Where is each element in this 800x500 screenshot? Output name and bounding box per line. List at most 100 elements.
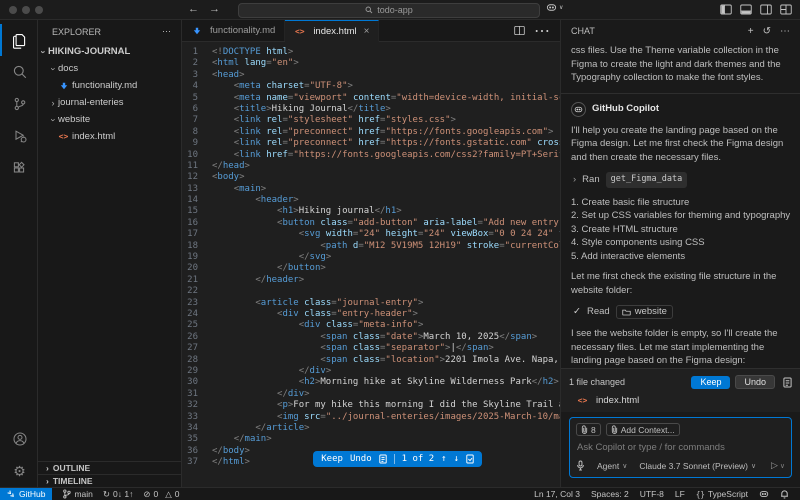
code-line[interactable]: 20 </button>: [182, 263, 560, 274]
search-view-icon[interactable]: [0, 56, 38, 88]
extensions-icon[interactable]: [0, 152, 38, 184]
copilot-menu-button[interactable]: ∨: [546, 3, 563, 12]
problems-indicator[interactable]: ⊘ 0 △ 0: [143, 489, 179, 500]
navigate-back-button[interactable]: ←: [188, 3, 199, 15]
toggle-primary-sidebar-icon[interactable]: [720, 4, 732, 15]
language-indicator[interactable]: {} TypeScript: [696, 489, 748, 499]
tool-read-row[interactable]: ✓ Read website: [573, 305, 790, 319]
chat-more-actions-icon[interactable]: ⋯: [780, 26, 790, 37]
customize-layout-icon[interactable]: [780, 4, 792, 15]
code-line[interactable]: 18 <path d="M12 5V19M5 12H19" stroke="cu…: [182, 241, 560, 252]
code-line[interactable]: 22: [182, 286, 560, 297]
code-line[interactable]: 29 </div>: [182, 366, 560, 377]
code-line[interactable]: 30 <h2>Morning hike at Skyline Wildernes…: [182, 377, 560, 388]
code-line[interactable]: 24 <div class="entry-header">: [182, 309, 560, 320]
code-line[interactable]: 31 </div>: [182, 389, 560, 400]
eol-indicator[interactable]: LF: [675, 489, 685, 499]
mode-picker[interactable]: Agent ∨: [597, 461, 627, 471]
settings-gear-icon[interactable]: ⚙: [0, 455, 38, 487]
code-line[interactable]: 34 </article>: [182, 423, 560, 434]
toggle-secondary-sidebar-icon[interactable]: [760, 4, 772, 15]
run-debug-icon[interactable]: [0, 120, 38, 152]
code-line[interactable]: 4 <meta charset="UTF-8">: [182, 81, 560, 92]
tree-item-docs[interactable]: › docs: [38, 60, 181, 77]
tool-run-row[interactable]: › Ran get_Figma_data: [573, 172, 790, 188]
view-all-edits-icon[interactable]: [783, 377, 792, 388]
code-line[interactable]: 26 <span class="date">March 10, 2025</sp…: [182, 332, 560, 343]
tree-item-functionality-md[interactable]: functionality.md: [38, 77, 181, 94]
account-icon[interactable]: [0, 423, 38, 455]
attachments-chip[interactable]: 8: [576, 423, 601, 436]
code-line[interactable]: 35 </main>: [182, 434, 560, 445]
maximize-window-icon[interactable]: [35, 6, 43, 14]
chat-messages[interactable]: css files. Use the Theme variable collec…: [561, 42, 800, 368]
close-tab-icon[interactable]: ×: [364, 26, 370, 37]
code-line[interactable]: 32 <p>For my hike this morning I did the…: [182, 400, 560, 411]
split-editor-icon[interactable]: [514, 25, 525, 36]
previous-change-icon[interactable]: ↑: [441, 454, 446, 464]
code-line[interactable]: 19 </svg>: [182, 252, 560, 263]
chat-input-placeholder[interactable]: Ask Copilot or type / for commands: [577, 442, 785, 453]
tree-item-journal-enteries[interactable]: › journal-enteries: [38, 94, 181, 111]
new-chat-icon[interactable]: +: [748, 26, 754, 37]
code-line[interactable]: 2<html lang="en">: [182, 58, 560, 69]
copilot-status[interactable]: [759, 490, 769, 498]
editor-more-actions-icon[interactable]: ⋯: [534, 21, 550, 41]
tree-item-root[interactable]: › HIKING-JOURNAL: [38, 43, 181, 60]
outline-section[interactable]: › OUTLINE: [38, 461, 181, 474]
code-line[interactable]: 8 <link rel="preconnect" href="https://f…: [182, 127, 560, 138]
code-line[interactable]: 6 <title>Hiking Journal</title>: [182, 104, 560, 115]
chat-input-box[interactable]: 8 Add Context... Ask Copilot or type / f…: [569, 417, 792, 478]
navigate-forward-button[interactable]: →: [209, 3, 220, 15]
cursor-position[interactable]: Ln 17, Col 3: [534, 489, 580, 499]
branch-indicator[interactable]: main: [62, 489, 92, 499]
model-picker[interactable]: Claude 3.7 Sonnet (Preview) ∨: [639, 461, 756, 471]
source-control-icon[interactable]: [0, 88, 38, 120]
code-line[interactable]: 1<!DOCTYPE html>: [182, 47, 560, 58]
code-line[interactable]: 7 <link rel="stylesheet" href="styles.cs…: [182, 115, 560, 126]
encoding-indicator[interactable]: UTF-8: [640, 489, 664, 499]
indentation-indicator[interactable]: Spaces: 2: [591, 489, 629, 499]
send-button[interactable]: ▷ ∨: [771, 460, 785, 471]
tab-functionality-md[interactable]: functionality.md: [182, 20, 285, 41]
code-line[interactable]: 11</head>: [182, 161, 560, 172]
undo-all-button[interactable]: Undo: [735, 375, 775, 389]
remote-indicator[interactable]: GitHub: [0, 488, 52, 500]
code-line[interactable]: 3<head>: [182, 70, 560, 81]
tree-item-index-html[interactable]: <> index.html: [38, 128, 181, 145]
code-editor[interactable]: 1<!DOCTYPE html>2<html lang="en">3<head>…: [182, 42, 560, 487]
chat-history-icon[interactable]: ↺: [763, 26, 771, 37]
code-line[interactable]: 15 <h1>Hiking journal</h1>: [182, 206, 560, 217]
toggle-panel-icon[interactable]: [740, 4, 752, 15]
keep-change-button[interactable]: Keep: [321, 454, 343, 464]
code-line[interactable]: 9 <link rel="preconnect" href="https://f…: [182, 138, 560, 149]
code-line[interactable]: 13 <main>: [182, 184, 560, 195]
notifications-bell[interactable]: [780, 489, 789, 499]
keep-all-button[interactable]: Keep: [691, 376, 730, 389]
code-line[interactable]: 28 <span class="location">2201 Imola Ave…: [182, 355, 560, 366]
changed-file-row[interactable]: <> index.html: [577, 395, 792, 406]
undo-change-button[interactable]: Undo: [350, 454, 372, 464]
code-line[interactable]: 17 <svg width="24" height="24" viewBox="…: [182, 229, 560, 240]
code-line[interactable]: 16 <button class="add-button" aria-label…: [182, 218, 560, 229]
explorer-more-actions-icon[interactable]: ⋯: [162, 26, 171, 37]
microphone-icon[interactable]: [576, 460, 585, 471]
minimize-window-icon[interactable]: [22, 6, 30, 14]
sync-indicator[interactable]: ↻ 0↓ 1↑: [103, 489, 133, 500]
code-line[interactable]: 33 <img src="../journal-enteries/images/…: [182, 412, 560, 423]
next-change-icon[interactable]: ↓: [454, 454, 459, 464]
command-center-search[interactable]: todo-app: [238, 3, 540, 18]
explorer-icon[interactable]: [0, 24, 38, 56]
accept-file-icon[interactable]: [466, 454, 474, 464]
code-line[interactable]: 10 <link href="https://fonts.googleapis.…: [182, 150, 560, 161]
tab-index-html[interactable]: <> index.html ×: [285, 20, 379, 42]
window-controls[interactable]: [9, 6, 43, 14]
code-line[interactable]: 12<body>: [182, 172, 560, 183]
tree-item-website[interactable]: › website: [38, 111, 181, 128]
view-changes-icon[interactable]: [379, 454, 387, 464]
close-window-icon[interactable]: [9, 6, 17, 14]
code-line[interactable]: 21 </header>: [182, 275, 560, 286]
timeline-section[interactable]: › TIMELINE: [38, 474, 181, 487]
code-line[interactable]: 25 <div class="meta-info">: [182, 320, 560, 331]
code-line[interactable]: 5 <meta name="viewport" content="width=d…: [182, 93, 560, 104]
